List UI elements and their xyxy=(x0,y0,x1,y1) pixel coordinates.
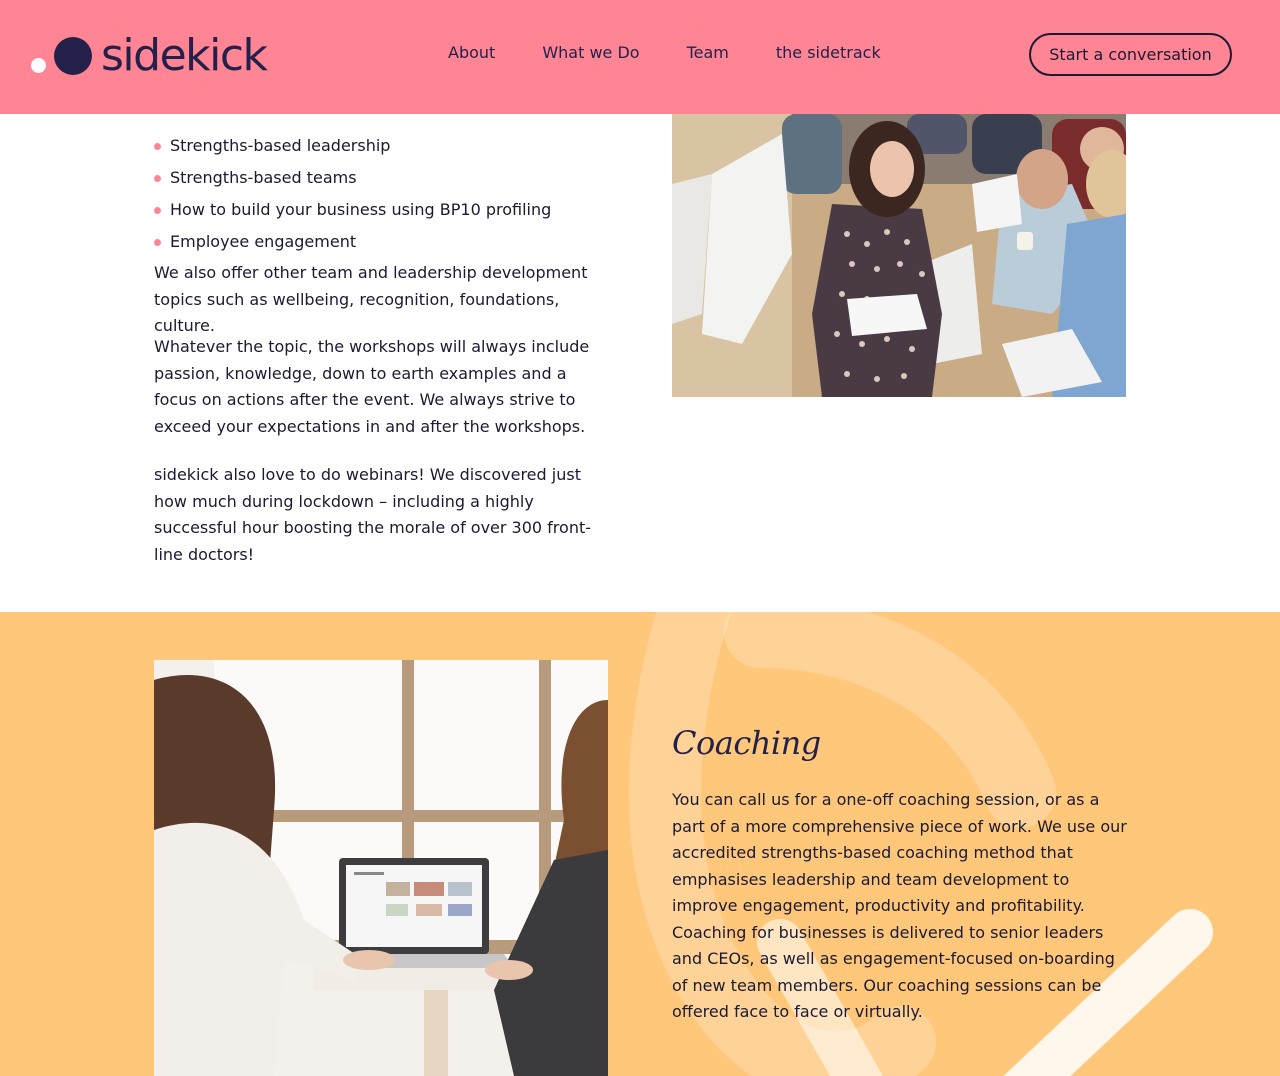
main-nav: About What we Do Team the sidetrack xyxy=(448,43,881,62)
list-item: Employee engagement xyxy=(154,226,551,258)
workshops-paragraph-webinars: sidekick also love to do webinars! We di… xyxy=(154,465,592,564)
site-header: sidekick About What we Do Team the sidet… xyxy=(0,0,1280,114)
list-item-text: Strengths-based teams xyxy=(170,168,357,187)
workshops-paragraph-approach: Whatever the topic, the workshops will a… xyxy=(154,337,590,436)
bullet-dot-icon xyxy=(154,143,161,150)
list-item-text: Employee engagement xyxy=(170,232,357,251)
coaching-heading: Coaching xyxy=(672,724,821,762)
list-item-text: Strengths-based leadership xyxy=(170,136,391,155)
logo[interactable]: sidekick xyxy=(31,28,268,84)
bullet-dot-icon xyxy=(154,207,161,214)
logo-dot-small-icon xyxy=(31,57,46,73)
logo-text: sidekick xyxy=(101,30,268,81)
list-item: Strengths-based teams xyxy=(154,162,551,194)
coaching-photo xyxy=(154,660,608,1076)
nav-team[interactable]: Team xyxy=(687,43,729,62)
nav-what-we-do[interactable]: What we Do xyxy=(542,43,639,62)
workshop-photo xyxy=(672,114,1126,397)
workshops-section: Strengths-based leadership Strengths-bas… xyxy=(0,114,1280,612)
nav-about[interactable]: About xyxy=(448,43,495,62)
coaching-section: Coaching You can call us for a one-off c… xyxy=(0,612,1280,1076)
list-item: Strengths-based leadership xyxy=(154,130,551,162)
bullet-dot-icon xyxy=(154,239,161,246)
list-item-text: How to build your business using BP10 pr… xyxy=(170,200,552,219)
coaching-paragraph: You can call us for a one-off coaching s… xyxy=(672,790,1127,1021)
nav-the-sidetrack[interactable]: the sidetrack xyxy=(776,43,881,62)
workshops-paragraph-topics: We also offer other team and leadership … xyxy=(154,263,588,335)
logo-dot-big-icon xyxy=(54,37,92,75)
workshop-topics-list: Strengths-based leadership Strengths-bas… xyxy=(154,130,551,258)
list-item: How to build your business using BP10 pr… xyxy=(154,194,551,226)
start-conversation-button[interactable]: Start a conversation xyxy=(1029,33,1232,76)
bullet-dot-icon xyxy=(154,175,161,182)
